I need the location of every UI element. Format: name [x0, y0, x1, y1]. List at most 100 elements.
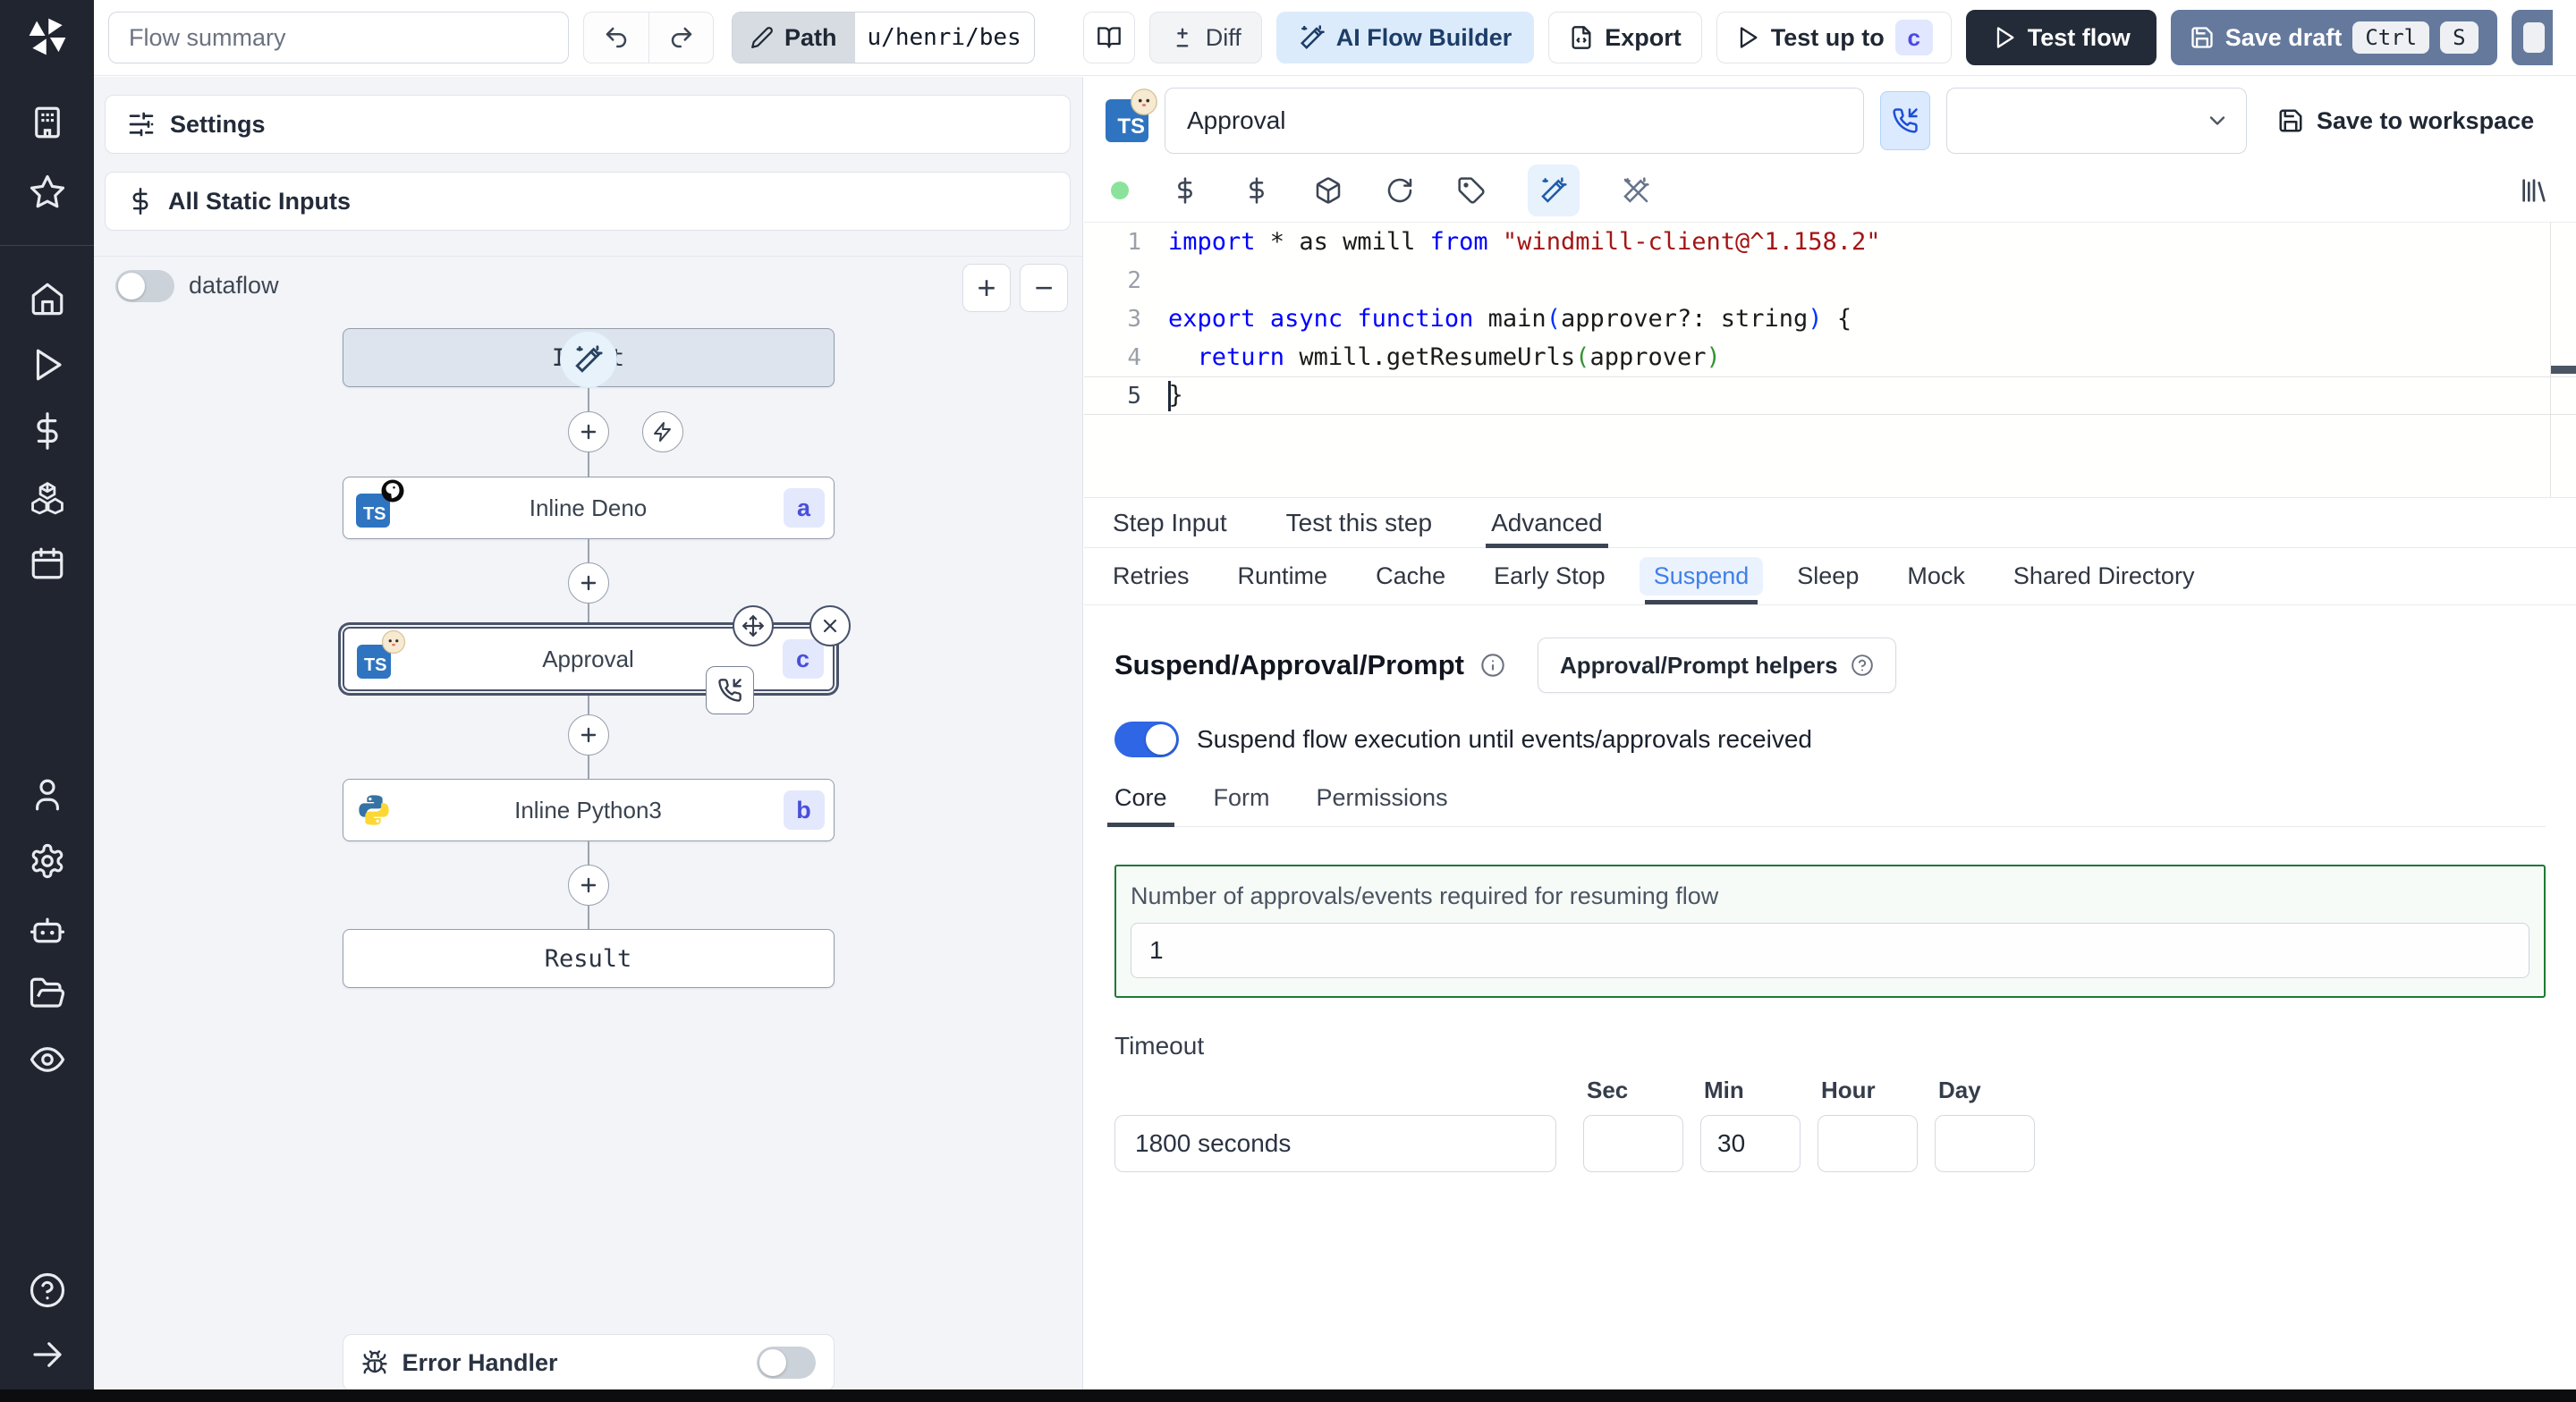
ai-assistant-wand-icon[interactable]: [1528, 165, 1580, 216]
suspend-phone-badge[interactable]: [705, 666, 754, 714]
add-trigger-button[interactable]: [641, 411, 683, 452]
timeout-hour-input[interactable]: [1818, 1115, 1918, 1172]
add-step-button[interactable]: [567, 714, 609, 756]
add-step-button[interactable]: [567, 411, 609, 452]
folders-icon[interactable]: [27, 973, 68, 1014]
approvals-required-input[interactable]: [1131, 923, 2529, 978]
user-icon[interactable]: [27, 774, 68, 815]
result-node[interactable]: Result: [342, 929, 835, 988]
audit-eye-icon[interactable]: [27, 1039, 68, 1080]
timeout-day-input[interactable]: [1935, 1115, 2035, 1172]
add-step-button[interactable]: [567, 562, 609, 604]
tab-runtime[interactable]: Runtime: [1238, 548, 1328, 604]
favorites-star-icon[interactable]: [27, 172, 68, 213]
tag-icon[interactable]: [1456, 175, 1487, 206]
tab-form[interactable]: Form: [1214, 784, 1270, 826]
tab-step-input[interactable]: Step Input: [1113, 498, 1227, 547]
windmill-flow-editor: Path u/henri/bes Diff AI Flow Builder Ex…: [0, 0, 2576, 1402]
tab-cache[interactable]: Cache: [1376, 548, 1445, 604]
zoom-out-button[interactable]: −: [1020, 264, 1068, 312]
test-flow-button[interactable]: Test flow: [1965, 10, 2157, 65]
tab-test-this-step[interactable]: Test this step: [1286, 498, 1432, 547]
timeout-min-input[interactable]: [1700, 1115, 1801, 1172]
tab-suspend[interactable]: Suspend: [1639, 548, 1764, 604]
code-line[interactable]: 1 import * as wmill from "windmill-client…: [1084, 223, 2576, 261]
all-static-inputs-card[interactable]: All Static Inputs: [105, 172, 1071, 231]
tab-core[interactable]: Core: [1107, 784, 1174, 827]
tab-permissions[interactable]: Permissions: [1317, 784, 1448, 826]
step-node-c-selected[interactable]: TS Approval c: [342, 605, 851, 714]
error-handler-toggle[interactable]: [756, 1347, 816, 1379]
python-icon: [358, 795, 389, 825]
tab-sleep[interactable]: Sleep: [1797, 548, 1859, 604]
undo-redo-group: [583, 12, 714, 63]
tab-shared-directory[interactable]: Shared Directory: [2013, 548, 2195, 604]
suspend-enable-toggle[interactable]: [1114, 722, 1179, 757]
schedules-calendar-icon[interactable]: [27, 543, 68, 584]
tab-retries[interactable]: Retries: [1113, 548, 1190, 604]
timeout-sec-input[interactable]: [1583, 1115, 1683, 1172]
workers-bot-icon[interactable]: [27, 907, 68, 948]
runs-play-icon[interactable]: [27, 344, 68, 385]
dataflow-toggle[interactable]: [115, 269, 174, 302]
library-icon[interactable]: [2519, 175, 2549, 206]
delete-step-button[interactable]: [809, 605, 851, 646]
windmill-logo[interactable]: [23, 13, 72, 61]
tab-early-stop[interactable]: Early Stop: [1494, 548, 1606, 604]
code-line[interactable]: 2: [1084, 261, 2576, 300]
script-version-select[interactable]: [1946, 88, 2247, 154]
suspend-phone-button[interactable]: [1880, 91, 1930, 150]
save-to-workspace-button[interactable]: Save to workspace: [2277, 107, 2534, 135]
step-title-input[interactable]: [1165, 88, 1864, 154]
export-button[interactable]: Export: [1548, 12, 1702, 63]
diff-button[interactable]: Diff: [1148, 12, 1262, 63]
sidebar: [0, 0, 94, 1402]
wand-off-icon[interactable]: [1621, 175, 1651, 206]
code-line[interactable]: 5}: [1084, 376, 2576, 415]
step-node-b[interactable]: Inline Python3 b: [342, 779, 835, 841]
tab-mock[interactable]: Mock: [1907, 548, 1965, 604]
package-icon[interactable]: [1313, 175, 1343, 206]
flow-settings-card[interactable]: Settings: [105, 95, 1071, 154]
add-step-button[interactable]: [567, 865, 609, 906]
code-lines: 1 import * as wmill from "windmill-client…: [1084, 223, 2576, 415]
code-editor[interactable]: 1 import * as wmill from "windmill-client…: [1084, 222, 2576, 497]
flow-summary-input[interactable]: [108, 12, 569, 63]
settings-gear-icon[interactable]: [27, 840, 68, 882]
test-up-to-button[interactable]: Test up to c: [1716, 12, 1952, 63]
path-value[interactable]: u/henri/bes: [854, 13, 1034, 63]
test-up-to-step-badge[interactable]: c: [1894, 20, 1933, 55]
zap-icon: [653, 422, 671, 442]
save-draft-button[interactable]: Save draft Ctrl S: [2170, 10, 2497, 65]
step-node-a[interactable]: TS Inline Deno a: [342, 477, 835, 539]
variables-dollar-icon[interactable]: [27, 410, 68, 452]
ai-wand-button[interactable]: [559, 331, 617, 388]
zoom-in-button[interactable]: +: [962, 264, 1011, 312]
code-line[interactable]: 4 return wmill.getResumeUrls(approver): [1084, 338, 2576, 376]
step-node-label: Inline Python3: [514, 796, 662, 823]
move-icon: [741, 615, 764, 637]
docs-book-button[interactable]: [1082, 12, 1135, 63]
ai-flow-builder-button[interactable]: AI Flow Builder: [1275, 12, 1535, 63]
expand-arrow-right-icon[interactable]: [27, 1334, 68, 1375]
redo-button[interactable]: [648, 13, 713, 63]
edit-path-button[interactable]: Path: [733, 13, 855, 63]
variables-dollar-icon[interactable]: [1170, 175, 1200, 206]
code-line[interactable]: 3 export async function main(approver?: s…: [1084, 300, 2576, 338]
help-circle-icon[interactable]: [27, 1270, 68, 1311]
phone-incoming-icon: [717, 679, 741, 702]
move-step-handle[interactable]: [732, 605, 774, 646]
deploy-keycap: [2522, 22, 2545, 53]
deploy-button-partial[interactable]: [2511, 10, 2553, 65]
home-icon[interactable]: [27, 278, 68, 319]
resources-boxes-icon[interactable]: [27, 477, 68, 518]
save-icon: [2279, 109, 2302, 132]
workspace-building-icon[interactable]: [27, 102, 68, 143]
reload-icon[interactable]: [1385, 175, 1415, 206]
contextual-dollar-icon[interactable]: [1241, 175, 1272, 206]
undo-button[interactable]: [584, 13, 648, 63]
error-handler-card[interactable]: Error Handler: [342, 1334, 835, 1391]
tab-advanced[interactable]: Advanced: [1486, 498, 1608, 548]
approval-prompt-helpers-button[interactable]: Approval/Prompt helpers: [1537, 638, 1896, 693]
info-icon[interactable]: [1480, 653, 1505, 678]
